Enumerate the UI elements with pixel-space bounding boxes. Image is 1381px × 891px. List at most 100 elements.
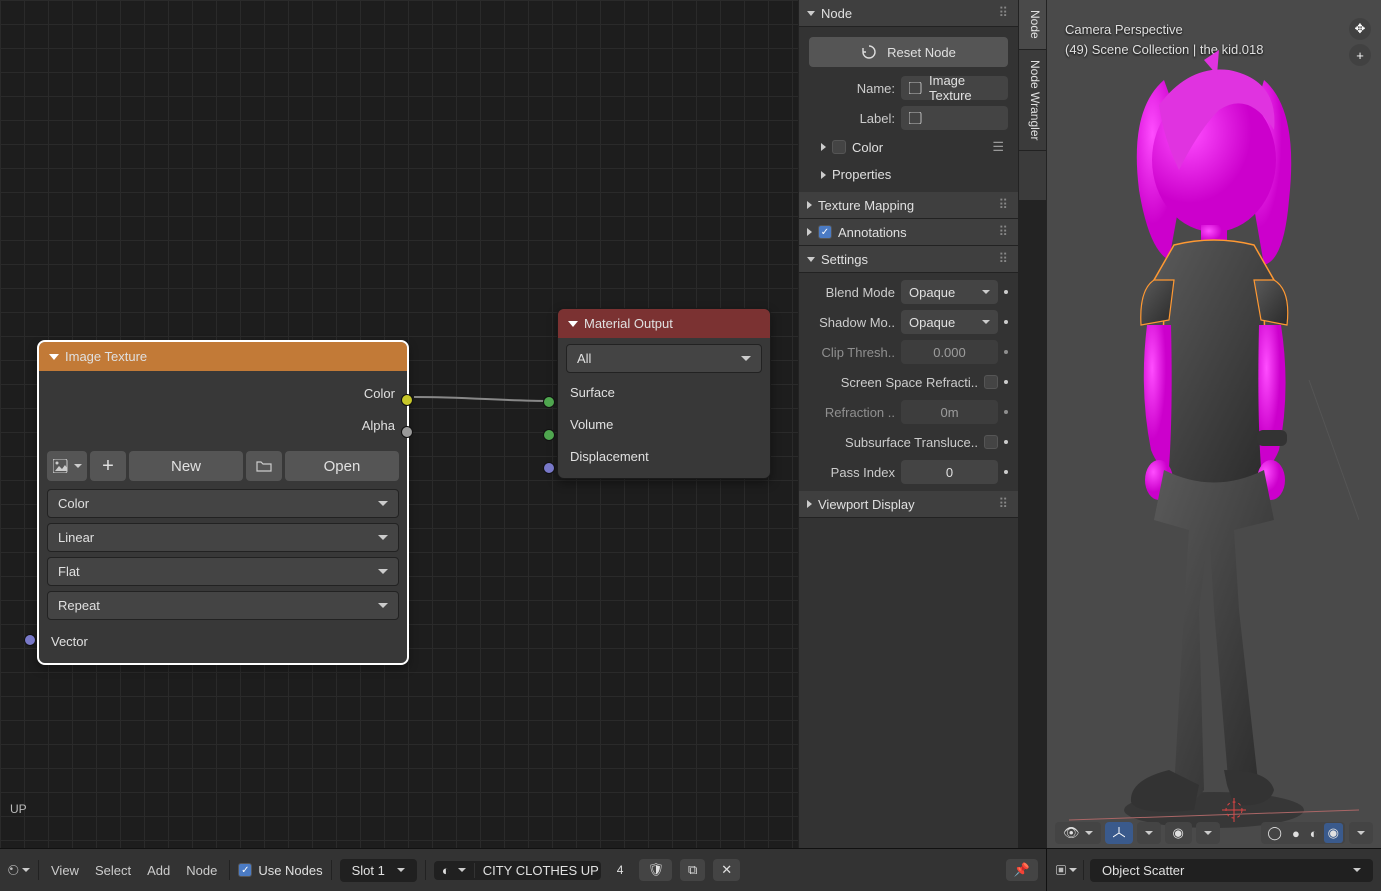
drag-grip-icon[interactable]: ⠿ (998, 197, 1010, 213)
move-view-button[interactable]: ✥ (1349, 18, 1371, 40)
image-buttons-row: + New Open (47, 451, 399, 481)
output-target-dropdown[interactable]: All (566, 344, 762, 373)
editor-type-button[interactable] (8, 859, 30, 881)
material-slot-dropdown[interactable]: Slot 1 (340, 859, 417, 882)
shadow-mode-dropdown[interactable]: Opaque (901, 310, 998, 334)
node-material-output[interactable]: Material Output All Surface Volume Displ… (557, 308, 771, 479)
node-header-image-texture[interactable]: Image Texture (39, 342, 407, 371)
socket-input-surface[interactable] (543, 396, 555, 408)
material-users-count[interactable]: 4 (609, 861, 632, 879)
open-image-button[interactable]: Open (285, 451, 399, 481)
extension-dropdown[interactable]: Repeat (47, 591, 399, 620)
drag-grip-icon[interactable]: ⠿ (998, 224, 1010, 240)
collapse-icon[interactable] (49, 354, 59, 360)
menu-node[interactable]: Node (182, 863, 221, 878)
interpolation-dropdown[interactable]: Linear (47, 523, 399, 552)
projection-dropdown[interactable]: Flat (47, 557, 399, 586)
subsurface-translucency-checkbox[interactable] (984, 435, 998, 449)
pin-button[interactable]: 📌 (1006, 859, 1038, 881)
socket-output-alpha[interactable] (401, 426, 413, 438)
shading-matpreview[interactable]: ◐ (1306, 824, 1322, 843)
pin-icon: 📌 (1014, 862, 1030, 878)
screen-space-refraction-checkbox[interactable] (984, 375, 998, 389)
shading-mode-group: ◯ ● ◐ ◉ (1261, 822, 1345, 844)
use-nodes-toggle[interactable]: ✓Use Nodes (238, 863, 322, 878)
panel-header-texture-mapping[interactable]: Texture Mapping⠿ (799, 192, 1018, 219)
shading-dropdown[interactable] (1349, 822, 1373, 844)
text-icon (909, 112, 923, 124)
folder-icon (256, 459, 272, 473)
node-image-texture[interactable]: Image Texture Color Alpha + New (38, 341, 408, 664)
open-folder-button[interactable] (246, 451, 282, 481)
input-socket-vector-row: Vector (47, 625, 399, 657)
panel-header-annotations[interactable]: ✓Annotations⠿ (799, 219, 1018, 246)
overlays-dropdown[interactable]: 👁 (1055, 822, 1101, 844)
new-image-button[interactable]: New (129, 451, 243, 481)
viewport-header-bar: 👁 ◉ ◯ ● ◐ ◉ (1047, 818, 1381, 848)
gizmo-toggle[interactable] (1105, 822, 1133, 844)
panel-header-settings[interactable]: Settings⠿ (799, 246, 1018, 273)
clip-threshold-field[interactable]: 0.000 (901, 340, 998, 364)
socket-input-volume[interactable] (543, 429, 555, 441)
fake-user-button[interactable]: 🛡 (639, 859, 672, 881)
shading-wireframe[interactable]: ◯ (1263, 823, 1286, 843)
image-icon (53, 459, 71, 473)
shader-editor-icon (8, 862, 20, 878)
blend-mode-dropdown[interactable]: Opaque (901, 280, 998, 304)
gizmo-dropdown[interactable] (1137, 822, 1161, 844)
shading-solid[interactable]: ● (1288, 824, 1304, 843)
backdrop-label: UP (10, 802, 27, 816)
socket-input-displacement[interactable] (543, 462, 555, 474)
menu-select[interactable]: Select (91, 863, 135, 878)
use-color-row[interactable]: Color ☰ (809, 135, 1008, 159)
new-material-duplicate-button[interactable]: ⧉ (680, 859, 705, 881)
node-header-material-output[interactable]: Material Output (558, 309, 770, 338)
unlink-material-button[interactable]: ✕ (713, 859, 740, 881)
socket-input-vector[interactable] (24, 634, 36, 646)
shading-rendered[interactable]: ◉ (1324, 823, 1343, 843)
overlay-toggle[interactable]: ◉ (1165, 822, 1192, 844)
collapse-icon[interactable] (568, 321, 578, 327)
node-name-field[interactable]: Image Texture (901, 76, 1008, 100)
viewport-footer-right: Object Scatter (1046, 848, 1381, 891)
panel-header-node[interactable]: Node⠿ (799, 0, 1018, 27)
material-sphere-icon: ◐ (442, 863, 450, 878)
list-icon[interactable]: ☰ (992, 139, 1004, 155)
drag-grip-icon[interactable]: ⠿ (998, 251, 1010, 267)
reset-node-button[interactable]: Reset Node (809, 37, 1008, 67)
new-image-plus-button[interactable]: + (90, 451, 126, 481)
pass-index-field[interactable]: 0 (901, 460, 998, 484)
node-title: Material Output (584, 316, 673, 331)
image-browse-button[interactable] (47, 451, 87, 481)
sidebar-tab-strip: Node Node Wrangler (1018, 0, 1046, 200)
output-socket-color-row: Color (47, 377, 399, 409)
colorspace-dropdown[interactable]: Color (47, 489, 399, 518)
3d-view-icon (1055, 862, 1067, 878)
output-socket-alpha-row: Alpha (47, 409, 399, 441)
sidebar-n-panel[interactable]: Node⠿ Reset Node Name: Image Texture Lab… (798, 0, 1018, 848)
material-selector[interactable]: ◐ CITY CLOTHES UP (434, 861, 601, 880)
socket-output-color[interactable] (401, 394, 413, 406)
duplicate-icon: ⧉ (688, 862, 697, 878)
node-label-field[interactable] (901, 106, 1008, 130)
viewport-character-preview (1069, 50, 1359, 840)
refresh-icon (861, 44, 877, 60)
menu-view[interactable]: View (47, 863, 83, 878)
shield-icon: 🛡 (647, 862, 664, 878)
refraction-depth-field[interactable]: 0m (901, 400, 998, 424)
editor-type-3dview[interactable] (1055, 859, 1077, 881)
overlay-dropdown[interactable] (1196, 822, 1220, 844)
close-icon: ✕ (721, 862, 732, 878)
tab-node[interactable]: Node (1019, 0, 1046, 50)
tab-node-wrangler[interactable]: Node Wrangler (1019, 50, 1046, 151)
viewport-3d[interactable]: Camera Perspective (49) Scene Collection… (1047, 0, 1381, 848)
node-editor-area[interactable]: UP Image Texture Color Alpha (0, 0, 798, 848)
drag-grip-icon[interactable]: ⠿ (998, 496, 1010, 512)
annotations-checkbox[interactable]: ✓ (818, 225, 832, 239)
panel-header-viewport-display[interactable]: Viewport Display⠿ (799, 491, 1018, 518)
active-tool-dropdown[interactable]: Object Scatter (1090, 859, 1373, 882)
node-properties-row[interactable]: Properties (809, 163, 1008, 186)
overlap-circles-icon: ◉ (1173, 825, 1184, 841)
drag-grip-icon[interactable]: ⠿ (998, 5, 1010, 21)
menu-add[interactable]: Add (143, 863, 174, 878)
